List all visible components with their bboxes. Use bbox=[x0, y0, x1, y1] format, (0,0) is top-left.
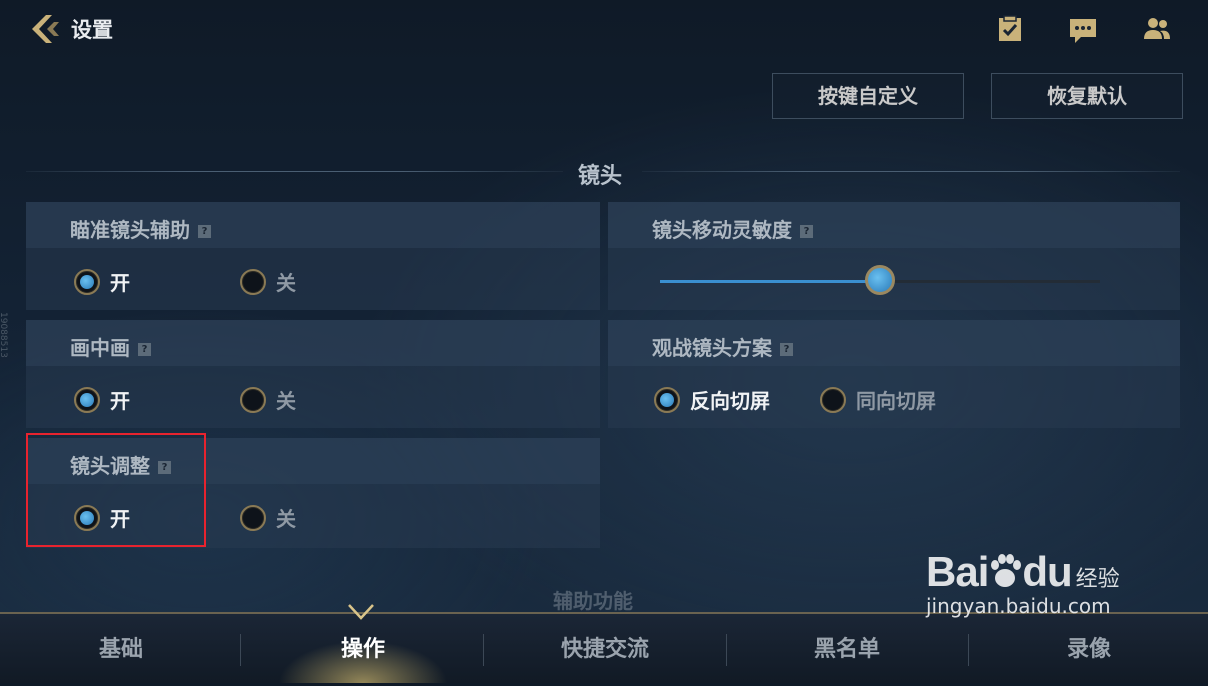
pip-on-radio[interactable]: 开 bbox=[74, 385, 130, 414]
aim-assist-label: 瞄准镜头辅助 bbox=[70, 218, 190, 242]
radio-off-icon bbox=[240, 268, 266, 295]
camera-sensitivity-label: 镜头移动灵敏度 bbox=[652, 218, 792, 242]
radio-off-icon bbox=[240, 386, 266, 413]
spectate-camera-panel: 观战镜头方案? 反向切屏 同向切屏 bbox=[608, 320, 1180, 428]
tab-operation[interactable]: 操作 bbox=[242, 614, 484, 683]
friends-icon[interactable] bbox=[1142, 14, 1172, 44]
paw-icon bbox=[991, 554, 1022, 587]
chat-icon[interactable] bbox=[1068, 14, 1098, 44]
section-divider-left bbox=[26, 171, 563, 172]
aim-assist-panel: 瞄准镜头辅助? 开 关 bbox=[26, 202, 600, 310]
restore-default-button[interactable]: 恢复默认 bbox=[991, 73, 1183, 119]
pip-label: 画中画 bbox=[70, 336, 130, 360]
spectate-same-radio[interactable]: 同向切屏 bbox=[820, 385, 936, 414]
pip-off-radio[interactable]: 关 bbox=[240, 385, 296, 414]
aim-assist-off-radio[interactable]: 关 bbox=[240, 267, 296, 296]
tab-basic[interactable]: 基础 bbox=[0, 614, 242, 683]
radio-off-icon bbox=[820, 386, 846, 413]
help-icon[interactable]: ? bbox=[800, 225, 813, 238]
radio-off-icon bbox=[240, 504, 266, 531]
help-icon[interactable]: ? bbox=[198, 225, 211, 238]
help-icon[interactable]: ? bbox=[138, 343, 151, 356]
active-tab-caret-icon bbox=[348, 604, 374, 620]
baidu-watermark: Bai du 经验 jingyan.baidu.com bbox=[926, 548, 1120, 618]
help-icon[interactable]: ? bbox=[780, 343, 793, 356]
pip-panel: 画中画? 开 关 bbox=[26, 320, 600, 428]
tab-blacklist[interactable]: 黑名单 bbox=[726, 614, 968, 683]
watermark-logo-cn: 经验 bbox=[1075, 567, 1120, 592]
watermark-logo-tail: du bbox=[1022, 548, 1072, 595]
tab-divider bbox=[240, 634, 241, 666]
side-id-text: 19088513 bbox=[0, 312, 8, 358]
custom-keys-button[interactable]: 按键自定义 bbox=[772, 73, 964, 119]
sensitivity-slider[interactable] bbox=[660, 265, 1100, 295]
bottom-tab-bar: 基础 操作 快捷交流 黑名单 录像 bbox=[0, 612, 1208, 683]
page-title: 设置 bbox=[71, 18, 113, 42]
radio-on-icon bbox=[654, 386, 680, 413]
radio-on-icon bbox=[74, 268, 100, 295]
spectate-camera-label: 观战镜头方案 bbox=[652, 336, 772, 360]
watermark-url: jingyan.baidu.com bbox=[926, 594, 1111, 618]
radio-on-icon bbox=[74, 386, 100, 413]
tab-quick-chat[interactable]: 快捷交流 bbox=[484, 614, 726, 683]
aim-assist-on-radio[interactable]: 开 bbox=[74, 267, 130, 296]
tab-replay[interactable]: 录像 bbox=[968, 614, 1208, 683]
slider-fill bbox=[660, 280, 880, 283]
back-icon[interactable] bbox=[26, 11, 62, 47]
watermark-logo-text: Bai bbox=[926, 548, 989, 595]
camera-adjust-off-radio[interactable]: 关 bbox=[240, 503, 296, 532]
highlight-box bbox=[26, 433, 206, 547]
section-divider-right bbox=[642, 171, 1180, 172]
checklist-icon[interactable] bbox=[995, 14, 1025, 44]
slider-handle[interactable] bbox=[865, 265, 895, 295]
section-title: 镜头 bbox=[578, 164, 623, 189]
spectate-reverse-radio[interactable]: 反向切屏 bbox=[654, 385, 770, 414]
next-section-title: 辅助功能 bbox=[553, 589, 633, 613]
camera-sensitivity-panel: 镜头移动灵敏度? bbox=[608, 202, 1180, 310]
